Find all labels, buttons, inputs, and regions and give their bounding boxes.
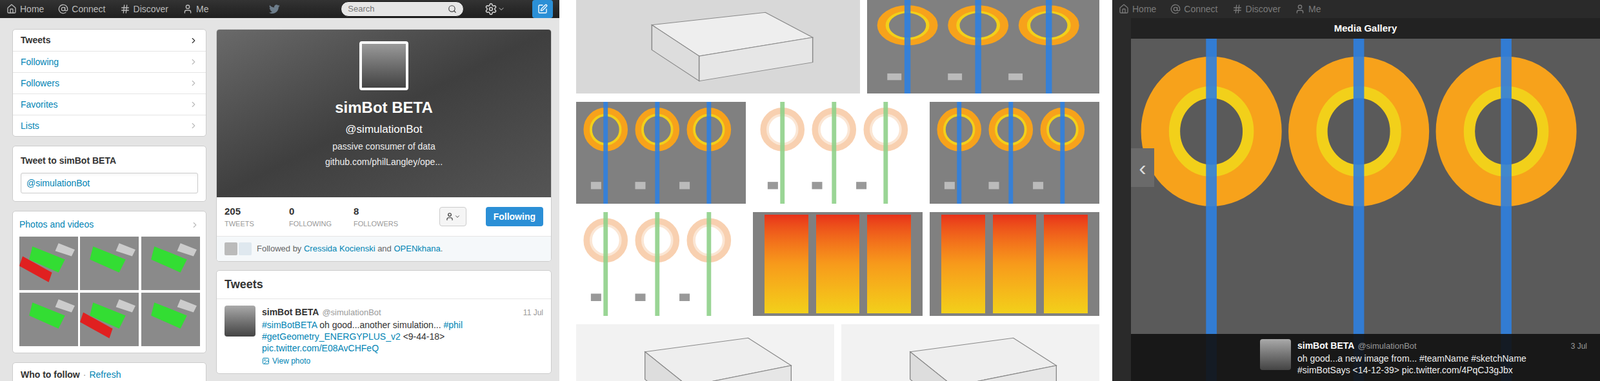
sidebar-nav: TweetsFollowingFollowersFavoritesLists [12,29,207,137]
twitter-bird-icon [267,2,282,16]
photo-thumbnail[interactable] [19,292,79,347]
caret-icon [497,5,506,13]
nav-icon [120,3,131,15]
nav-icon [6,3,17,15]
caption-avatar [1260,339,1291,371]
chevron-icon [189,100,199,110]
photos-header[interactable]: Photos and videos [19,218,200,232]
nav-icon [1294,3,1306,15]
nav-item[interactable]: Me [1294,2,1321,17]
grid-image[interactable] [752,212,923,317]
composite-screenshot: HomeConnectDiscoverMeSearchTweetsFollowi… [0,0,1600,381]
stat[interactable]: 205TWEETS [224,204,270,230]
search-field[interactable]: Search [340,1,464,17]
building-image [576,324,835,381]
grid-image[interactable] [929,101,1100,204]
photo-thumbnail[interactable] [141,236,200,291]
nav-item[interactable]: Home [1118,2,1157,17]
settings-button[interactable] [484,2,506,16]
nav-item[interactable]: Discover [120,2,169,17]
chevron-icon [189,57,199,67]
visualization-image [867,0,1100,94]
image-grid [566,0,1108,381]
tweet[interactable]: simBot BETA@simulationBot11 Jul#simBotBE… [216,299,551,374]
who-to-follow-card: Who to follow·Refresh [12,362,207,381]
user-actions-button[interactable] [439,207,467,227]
photo-icon [261,357,270,366]
gear-icon [484,2,498,16]
stat[interactable]: 8FOLLOWERS [353,204,399,230]
view-photo-link[interactable]: View photo [261,355,544,368]
building-image [841,324,1100,381]
visualization-image [576,212,746,317]
nav-icon [1170,3,1181,15]
caret-icon [454,213,461,220]
sidebar-item[interactable]: Following [12,50,206,73]
nav-icon [182,3,193,15]
sidebar-item[interactable]: Tweets [12,29,206,51]
grid-image[interactable] [576,324,835,381]
nav-item[interactable]: Me [182,2,209,17]
nav-item[interactable]: Home [6,2,44,17]
visualization-image [576,101,746,204]
sidebar-item[interactable]: Followers [12,72,206,94]
top-bar: Home Connect Discover Me Search [0,0,560,19]
previous-button[interactable]: ‹ [1130,148,1155,188]
grid-image[interactable] [576,101,746,204]
nav-item[interactable]: Connect [58,2,106,17]
nav-icon [1232,3,1243,15]
tweet-to-input[interactable]: @simulationBot [20,172,199,194]
chevron-icon [189,121,199,131]
compose-button[interactable] [532,0,553,19]
chevron-icon [189,36,199,46]
grid-image[interactable] [576,0,860,94]
visualization-image [929,101,1100,204]
profile-avatar [359,41,409,91]
media-gallery-page: Home Connect Discover MeMedia Gallery‹simBo… [1112,0,1600,381]
compose-icon [537,3,548,15]
following-button[interactable]: Following [485,207,544,227]
media-caption: simBot BETA@simulationBot3 Juloh good...… [1130,334,1600,381]
grid-image[interactable] [929,212,1100,317]
refresh-link[interactable]: Refresh [89,368,121,381]
profile-url[interactable]: github.com/philLangley/ope... [325,155,443,170]
search-icon [447,4,457,14]
grid-image[interactable] [576,212,746,317]
tweet-to-card: Tweet to simBot BETA@simulationBot [12,145,207,202]
photo-thumbnail[interactable] [80,292,139,347]
visualization-image [1130,38,1600,381]
top-bar: Home Connect Discover Me [1112,0,1600,19]
visualization-image [752,212,923,317]
photo-thumbnail[interactable] [141,292,200,347]
user-icon [445,212,455,222]
nav-icon [58,3,69,15]
visualization-image [752,101,923,204]
sidebar-item[interactable]: Lists [12,114,206,137]
followed-by: Followed by Cressida Kocienski and OPENk… [216,236,551,262]
nav-item[interactable]: Connect [1170,2,1218,17]
chevron-icon [189,78,199,88]
photo-thumbnail[interactable] [80,236,139,291]
media-gallery-modal: Media Gallery‹simBot BETA@simulationBot3… [1130,18,1600,381]
grid-image[interactable] [867,0,1100,94]
tweet-avatar [224,305,256,337]
nav-icon [1118,3,1130,15]
chevron-icon [190,220,200,230]
profile-page: HomeConnectDiscoverMeSearchTweetsFollowi… [0,0,560,381]
photo-thumbnail[interactable] [19,236,79,291]
profile-header: simBot BETA@simulationBotpassive consume… [216,29,551,198]
sidebar: TweetsFollowingFollowersFavoritesListsTw… [12,29,207,381]
grid-image[interactable] [841,324,1100,381]
stat[interactable]: 0FOLLOWING [289,204,335,230]
nav-item[interactable]: Discover [1232,2,1281,17]
sidebar-item[interactable]: Favorites [12,93,206,115]
visualization-image [929,212,1100,317]
follower-avatars [224,242,252,256]
tweets-card: TweetssimBot BETA@simulationBot11 Jul#si… [216,270,552,375]
grid-image[interactable] [752,101,923,204]
profile-card: simBot BETA@simulationBotpassive consume… [216,29,552,262]
profile-stats: 205TWEETS 0FOLLOWING 8FOLLOWERS Following [216,197,551,237]
building-image [576,0,860,94]
photos-card: Photos and videos [12,210,207,354]
